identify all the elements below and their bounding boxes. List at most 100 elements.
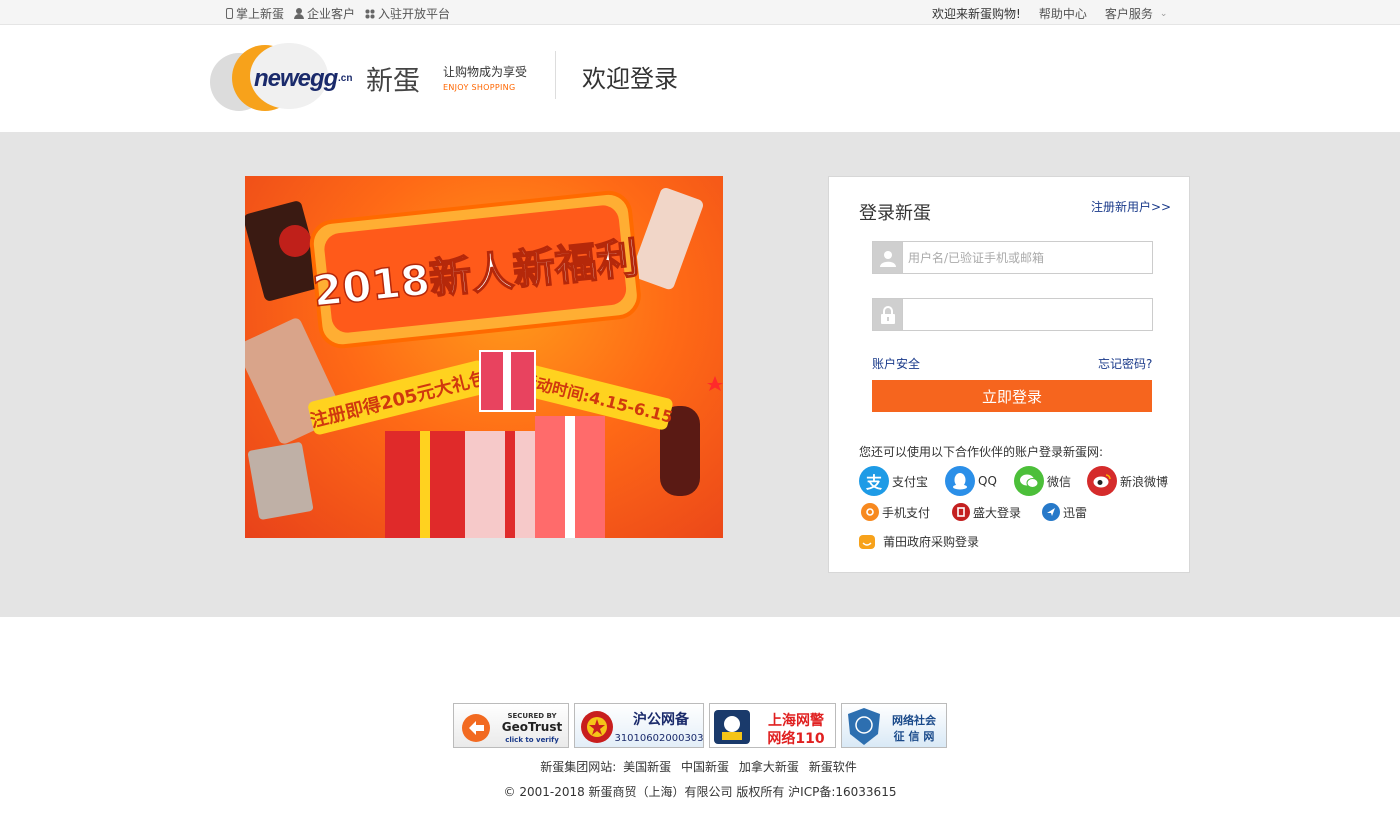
shanda-label: 盛大登录 (973, 505, 1022, 520)
qq-penguin-icon (945, 466, 975, 496)
customer-service-menu[interactable]: 客户服务 ⌄ (1105, 5, 1168, 22)
logo-word: newegg (254, 65, 338, 92)
user-icon (873, 242, 902, 273)
shield-icon (848, 708, 880, 745)
mobile-pay-label: 手机支付 (882, 505, 931, 520)
weibo-login[interactable]: 新浪微博 (1087, 466, 1168, 496)
banner-gift-right-ribbon (565, 416, 575, 538)
login-panel: 登录新蛋 注册新用户>> 账户安全 忘记密码? 立即登录 您还可以使用以下合作伙… (828, 176, 1190, 573)
main-band: 2018新人新福利 注册即得205元大礼包 活动时间:4.15-6.15 登录新… (0, 132, 1400, 617)
sh110-badge[interactable]: 上海网警 网络110 (709, 703, 836, 748)
customer-service-label: 客户服务 (1104, 7, 1153, 21)
password-field (872, 298, 1153, 331)
welcome-text: 欢迎来新蛋购物! (932, 7, 1021, 21)
footer-link-us[interactable]: 美国新蛋 (623, 760, 671, 774)
password-input[interactable] (902, 299, 1152, 330)
group-sites-label: 新蛋集团网站: (540, 760, 617, 774)
hgw-number: 31010602000303 (614, 733, 703, 744)
banner-tablet (247, 442, 314, 520)
credit-network-line1: 网络社会 (892, 713, 937, 727)
promo-banner[interactable]: 2018新人新福利 注册即得205元大礼包 活动时间:4.15-6.15 (245, 176, 723, 538)
shanda-login[interactable]: 盛大登录 (952, 503, 1021, 521)
geotrust-name: GeoTrust (502, 720, 563, 734)
header: newegg .cn 新蛋 让购物成为享受 ENJOY SHOPPING 欢迎登… (0, 25, 1400, 132)
credit-network-badge-art: 网络社会 征 信 网 (848, 708, 937, 745)
qq-label: QQ (978, 474, 997, 488)
sh110-line1: 上海网警 (768, 712, 824, 729)
partner-login-tip: 您还可以使用以下合作伙伴的账户登录新蛋网: (859, 445, 1104, 459)
geotrust-badge-art: SECURED BY GeoTrust click to verify (462, 712, 563, 744)
forgot-password-link[interactable]: 忘记密码? (1098, 355, 1152, 372)
xunlei-label: 迅雷 (1063, 505, 1088, 520)
banner-gift-left-ribbon (420, 431, 430, 538)
geotrust-top: SECURED BY (507, 712, 557, 720)
sh110-badge-art: 上海网警 网络110 (714, 710, 825, 747)
footer-link-software[interactable]: 新蛋软件 (809, 760, 857, 774)
certification-badges: SECURED BY GeoTrust click to verify 沪公网备… (453, 703, 947, 748)
username-field (872, 241, 1153, 274)
sh110-line2: 网络110 (767, 730, 824, 747)
enterprise-link-label: 企业客户 (307, 7, 356, 21)
mobile-pay-icon (861, 503, 879, 521)
qq-login[interactable]: QQ (945, 466, 997, 496)
user-icon (294, 8, 305, 19)
register-link[interactable]: 注册新用户>> (1091, 198, 1171, 215)
open-platform-link-label: 入驻开放平台 (378, 7, 451, 21)
banner-gift-top-ribbon (503, 351, 511, 411)
group-sites: 新蛋集团网站: 美国新蛋 中国新蛋 加拿大新蛋 新蛋软件 (0, 758, 1400, 775)
credit-network-line2: 征 信 网 (894, 729, 935, 743)
banner-phone-light (631, 188, 703, 290)
shanda-icon (952, 503, 970, 521)
geotrust-sub: click to verify (505, 736, 559, 744)
banner-rose (279, 225, 311, 257)
wechat-label: 微信 (1047, 474, 1072, 489)
footer-link-ca[interactable]: 加拿大新蛋 (739, 760, 799, 774)
footer-link-cn[interactable]: 中国新蛋 (681, 760, 729, 774)
account-security-link[interactable]: 账户安全 (872, 355, 920, 372)
wechat-icon (1014, 466, 1044, 496)
enterprise-link[interactable]: 企业客户 (294, 5, 355, 22)
phone-icon (226, 8, 233, 19)
alipay-login[interactable]: 支 支付宝 (859, 466, 928, 496)
hgw-title: 沪公网备 (633, 711, 690, 728)
credit-network-badge[interactable]: 网络社会 征 信 网 (841, 703, 947, 748)
putian-gov-label: 莆田政府采购登录 (883, 535, 980, 549)
geotrust-badge[interactable]: SECURED BY GeoTrust click to verify (453, 703, 569, 748)
slogan: 让购物成为享受 (443, 65, 528, 79)
weibo-label: 新浪微博 (1120, 474, 1169, 489)
putian-gov-login[interactable]: 莆田政府采购登录 (859, 533, 979, 550)
login-button[interactable]: 立即登录 (872, 380, 1152, 412)
username-input[interactable] (902, 242, 1152, 273)
mobile-link-label: 掌上新蛋 (236, 7, 285, 21)
xunlei-login[interactable]: 迅雷 (1042, 503, 1087, 521)
copyright: © 2001-2018 新蛋商贸（上海）有限公司 版权所有 沪ICP备:1603… (503, 785, 897, 799)
header-divider (555, 51, 556, 99)
grid-icon (365, 8, 376, 19)
xunlei-bird-icon (1042, 503, 1060, 521)
top-bar-left: 掌上新蛋 企业客户 入驻开放平台 (226, 5, 450, 22)
weibo-icon (1087, 466, 1117, 496)
open-platform-link[interactable]: 入驻开放平台 (365, 5, 450, 22)
top-bar: 掌上新蛋 企业客户 入驻开放平台 欢迎来新蛋购物! 帮助中心 客户服务 ⌄ (0, 0, 1400, 25)
lock-icon (873, 299, 902, 330)
alipay-label: 支付宝 (892, 474, 929, 489)
wechat-login[interactable]: 微信 (1014, 466, 1071, 496)
newegg-logo[interactable]: newegg .cn (210, 43, 360, 113)
slogan-en: ENJOY SHOPPING (443, 83, 516, 92)
brand-name-cn: 新蛋 (366, 66, 420, 97)
page-title: 欢迎登录 (582, 65, 678, 93)
logo-suffix: .cn (338, 73, 353, 84)
login-title: 登录新蛋 (859, 203, 931, 224)
alipay-icon: 支 (859, 466, 889, 496)
mobile-link[interactable]: 掌上新蛋 (226, 5, 284, 22)
hgw-badge-art: 沪公网备 31010602000303 (581, 711, 703, 744)
help-center-link[interactable]: 帮助中心 (1039, 5, 1087, 22)
hgw-badge[interactable]: 沪公网备 31010602000303 (574, 703, 704, 748)
promo-banner-art: 2018新人新福利 注册即得205元大礼包 活动时间:4.15-6.15 (245, 188, 723, 538)
banner-star (707, 376, 723, 391)
mobile-pay-login[interactable]: 手机支付 (861, 503, 930, 521)
putian-gov-icon (859, 534, 875, 549)
banner-gift-mid-ribbon (505, 431, 515, 538)
chevron-down-icon: ⌄ (1159, 8, 1168, 19)
top-bar-right: 欢迎来新蛋购物! 帮助中心 客户服务 ⌄ (932, 5, 1167, 22)
